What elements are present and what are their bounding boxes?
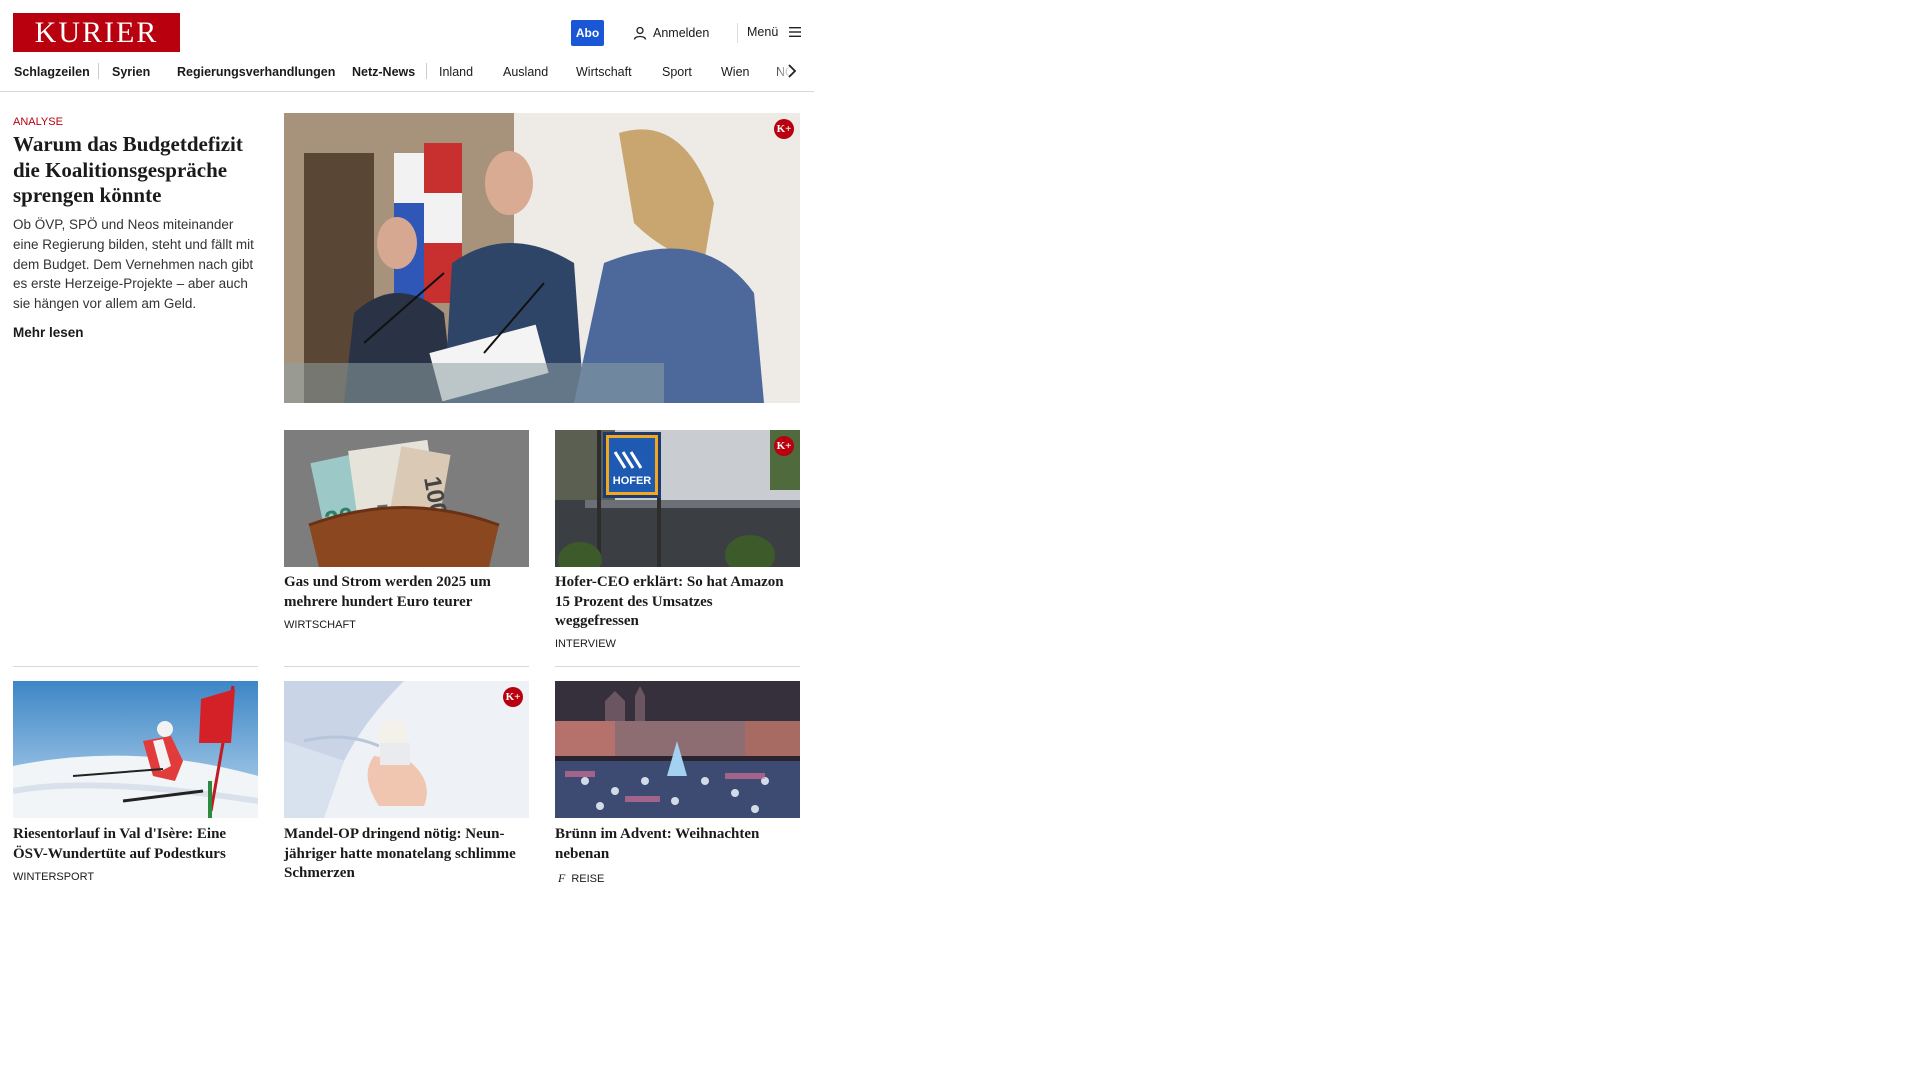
chevron-right-icon[interactable]: [786, 63, 798, 79]
nav-item-schlagzeilen[interactable]: Schlagzeilen: [14, 65, 90, 79]
card-headline[interactable]: Mandel-OP dringend nötig: Neun-jähriger …: [284, 825, 529, 884]
divider: [284, 666, 529, 667]
nav-divider: [426, 63, 427, 79]
nav-item-inland[interactable]: Inland: [439, 65, 473, 79]
read-more-link[interactable]: Mehr lesen: [13, 325, 84, 340]
card-image-hospital[interactable]: K+: [284, 681, 529, 818]
site-header: KURIER Abo Anmelden Menü Schlagzeilen Sy…: [0, 0, 814, 92]
card-headline[interactable]: Gas und Strom werden 2025 um mehrere hun…: [284, 573, 529, 612]
card-category[interactable]: f REISE: [558, 871, 604, 886]
card-category-label: REISE: [571, 872, 605, 885]
card-category[interactable]: INTERVIEW: [555, 638, 616, 650]
login-button[interactable]: Anmelden: [633, 25, 709, 41]
section-nav: Schlagzeilen Syrien Regierungsverhandlun…: [13, 62, 803, 82]
divider: [555, 666, 800, 667]
nav-item-regierungsverhandlungen[interactable]: Regierungsverhandlungen: [177, 65, 335, 79]
kplus-badge: K+: [774, 436, 794, 456]
nav-item-syrien[interactable]: Syrien: [112, 65, 150, 79]
page: KURIER Abo Anmelden Menü Schlagzeilen Sy…: [0, 0, 814, 891]
nav-item-wirtschaft[interactable]: Wirtschaft: [576, 65, 632, 79]
card-image-christmas-market[interactable]: [555, 681, 800, 818]
abo-button[interactable]: Abo: [571, 20, 604, 46]
menu-label: Menü: [747, 25, 779, 39]
svg-text:HOFER: HOFER: [613, 475, 652, 487]
nav-item-netz-news[interactable]: Netz-News: [352, 65, 415, 79]
card-category[interactable]: WINTERSPORT: [13, 871, 94, 883]
kplus-badge: K+: [774, 119, 794, 139]
card-category[interactable]: WIRTSCHAFT: [284, 619, 356, 631]
lead-kicker: ANALYSE: [13, 116, 63, 128]
user-icon: [633, 26, 647, 40]
freizeit-icon: f: [558, 871, 566, 885]
card-headline[interactable]: Brünn im Advent: Weihnachten nebenan: [555, 825, 800, 864]
divider: [13, 666, 258, 667]
nav-item-sport[interactable]: Sport: [662, 65, 692, 79]
header-divider: [737, 23, 738, 43]
nav-item-ausland[interactable]: Ausland: [503, 65, 548, 79]
nav-divider: [98, 63, 99, 79]
lead-teaser: Ob ÖVP, SPÖ und Neos miteinander eine Re…: [13, 217, 254, 312]
card-image-hofer[interactable]: HOFER K+: [555, 430, 800, 567]
card-image-wallet[interactable]: 100 20 5: [284, 430, 529, 567]
hamburger-icon: [789, 27, 802, 37]
login-label: Anmelden: [653, 26, 710, 40]
lead-headline[interactable]: Warum das Budgetdefizit die Koalitionsge…: [13, 132, 263, 209]
card-image-skier[interactable]: [13, 681, 258, 818]
nav-item-wien[interactable]: Wien: [721, 65, 749, 79]
card-headline[interactable]: Hofer-CEO erklärt: So hat Amazon 15 Proz…: [555, 573, 800, 632]
lead-image[interactable]: K+: [284, 113, 800, 403]
kplus-badge: K+: [503, 687, 523, 707]
card-headline[interactable]: Riesentorlauf in Val d'Isère: Eine ÖSV-W…: [13, 825, 258, 864]
kurier-logo[interactable]: KURIER: [13, 13, 180, 52]
menu-button[interactable]: Menü: [747, 25, 802, 39]
